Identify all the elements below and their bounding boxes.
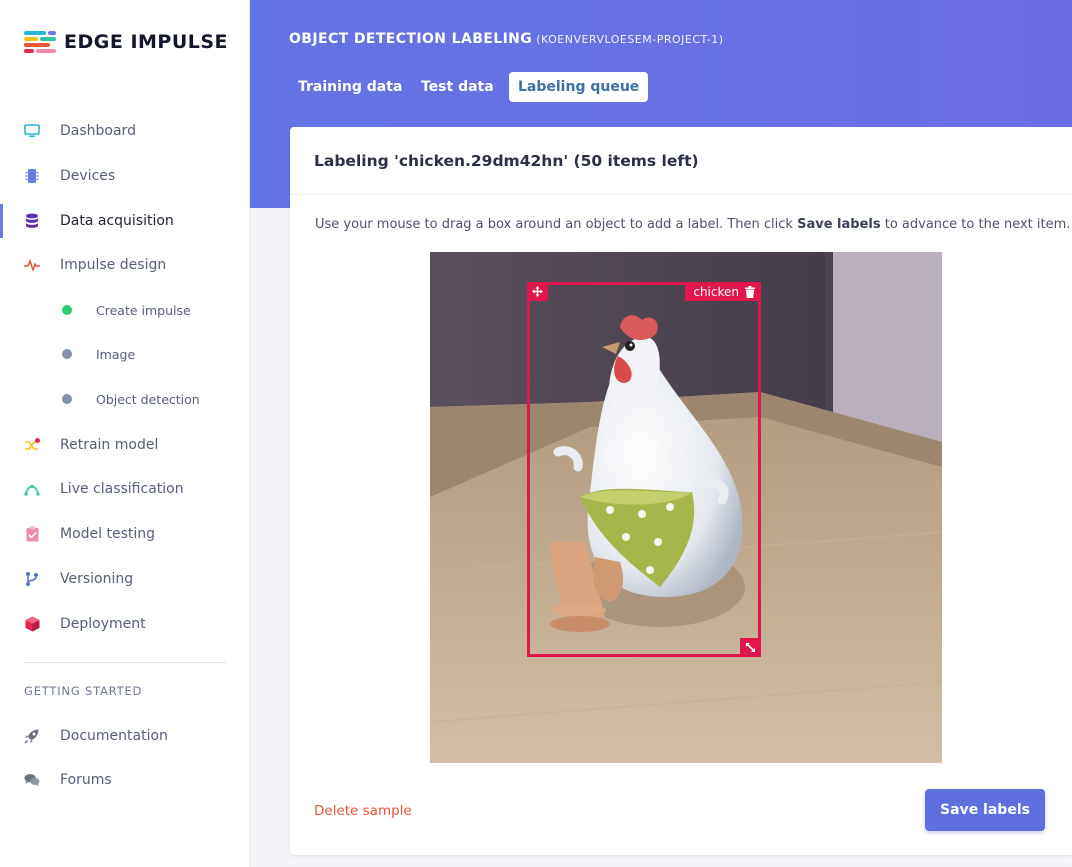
bounding-box-label-tag: chicken xyxy=(685,282,761,301)
bounding-box-label: chicken xyxy=(693,284,739,299)
monitor-icon xyxy=(24,123,40,139)
sidebar-subitem-object-detection[interactable]: Object detection xyxy=(0,385,250,413)
sidebar-item-devices[interactable]: Devices xyxy=(0,159,250,193)
pulse-icon xyxy=(24,257,40,273)
sidebar-item-dashboard[interactable]: Dashboard xyxy=(0,114,250,148)
instruction-text-before: Use your mouse to drag a box around an o… xyxy=(315,217,798,232)
labeling-title: Labeling 'chicken.29dm42hn' (50 items le… xyxy=(314,152,699,170)
edge-impulse-logo-icon xyxy=(24,29,58,55)
sidebar-item-label: Deployment xyxy=(60,616,146,632)
tab-test-data[interactable]: Test data xyxy=(412,72,503,102)
brand-logo[interactable]: EDGE IMPULSE xyxy=(24,29,228,55)
sidebar-item-label: Documentation xyxy=(60,728,168,744)
sidebar-item-label: Model testing xyxy=(60,526,156,542)
move-icon xyxy=(532,286,543,297)
sidebar-item-live-classification[interactable]: Live classification xyxy=(0,472,250,506)
page-title-text: OBJECT DETECTION LABELING xyxy=(289,31,533,47)
status-dot xyxy=(62,394,72,404)
sidebar-subitem-create-impulse[interactable]: Create impulse xyxy=(0,296,250,324)
bounding-box[interactable]: chicken xyxy=(527,282,761,657)
sidebar-item-documentation[interactable]: Documentation xyxy=(0,719,250,753)
sidebar-subitem-label: Image xyxy=(96,346,136,362)
curve-icon xyxy=(24,481,40,497)
resize-icon xyxy=(745,642,756,653)
sidebar-subitem-image[interactable]: Image xyxy=(0,340,250,368)
sidebar-item-label: Devices xyxy=(60,168,116,184)
sidebar-subitem-label: Create impulse xyxy=(96,302,191,318)
section-title-getting-started: GETTING STARTED xyxy=(24,684,143,698)
labeling-instruction: Use your mouse to drag a box around an o… xyxy=(315,217,1070,232)
sidebar-item-impulse-design[interactable]: Impulse design xyxy=(0,248,250,282)
sidebar-item-label: Forums xyxy=(60,772,112,788)
tab-training-data[interactable]: Training data xyxy=(289,72,411,102)
brand-name: EDGE IMPULSE xyxy=(64,31,229,53)
sidebar-item-label: Retrain model xyxy=(60,437,159,453)
rocket-icon xyxy=(24,728,40,744)
tab-labeling-queue[interactable]: Labeling queue xyxy=(509,72,649,102)
sidebar-divider xyxy=(24,662,226,663)
sidebar-item-deployment[interactable]: Deployment xyxy=(0,607,250,641)
trash-icon[interactable] xyxy=(745,285,755,298)
sidebar: EDGE IMPULSE Dashboard Devices Data acqu… xyxy=(0,0,250,867)
sidebar-item-label: Impulse design xyxy=(60,257,167,273)
instruction-save-labels: Save labels xyxy=(797,217,881,232)
database-icon xyxy=(24,213,40,229)
sidebar-item-versioning[interactable]: Versioning xyxy=(0,562,250,596)
labeling-card: Labeling 'chicken.29dm42hn' (50 items le… xyxy=(290,127,1072,855)
delete-sample-link[interactable]: Delete sample xyxy=(314,803,412,819)
resize-handle[interactable] xyxy=(740,638,761,657)
status-dot xyxy=(62,305,72,315)
sidebar-item-retrain-model[interactable]: Retrain model xyxy=(0,428,250,462)
branch-icon xyxy=(24,571,40,587)
shuffle-icon xyxy=(24,437,40,453)
clipboard-check-icon xyxy=(24,526,40,542)
project-name: (KOENVERVLOESEM-PROJECT-1) xyxy=(536,33,724,46)
chat-icon xyxy=(24,772,40,788)
sidebar-item-label: Live classification xyxy=(60,481,184,497)
save-labels-button[interactable]: Save labels xyxy=(925,789,1045,831)
chip-icon xyxy=(24,168,40,184)
page-title: OBJECT DETECTION LABELING (KOENVERVLOESEM… xyxy=(289,31,724,47)
sidebar-item-forums[interactable]: Forums xyxy=(0,763,250,797)
sidebar-item-model-testing[interactable]: Model testing xyxy=(0,517,250,551)
sidebar-item-label: Dashboard xyxy=(60,123,136,139)
sample-image-canvas[interactable]: chicken xyxy=(430,252,942,763)
status-dot xyxy=(62,349,72,359)
sidebar-item-label: Versioning xyxy=(60,571,134,587)
card-header: Labeling 'chicken.29dm42hn' (50 items le… xyxy=(290,127,1072,195)
move-handle[interactable] xyxy=(527,282,548,301)
sidebar-subitem-label: Object detection xyxy=(96,391,200,407)
sidebar-item-label: Data acquisition xyxy=(60,213,174,229)
instruction-text-after: to advance to the next item. xyxy=(880,217,1071,232)
sidebar-item-data-acquisition[interactable]: Data acquisition xyxy=(0,204,250,238)
cube-icon xyxy=(24,616,40,632)
